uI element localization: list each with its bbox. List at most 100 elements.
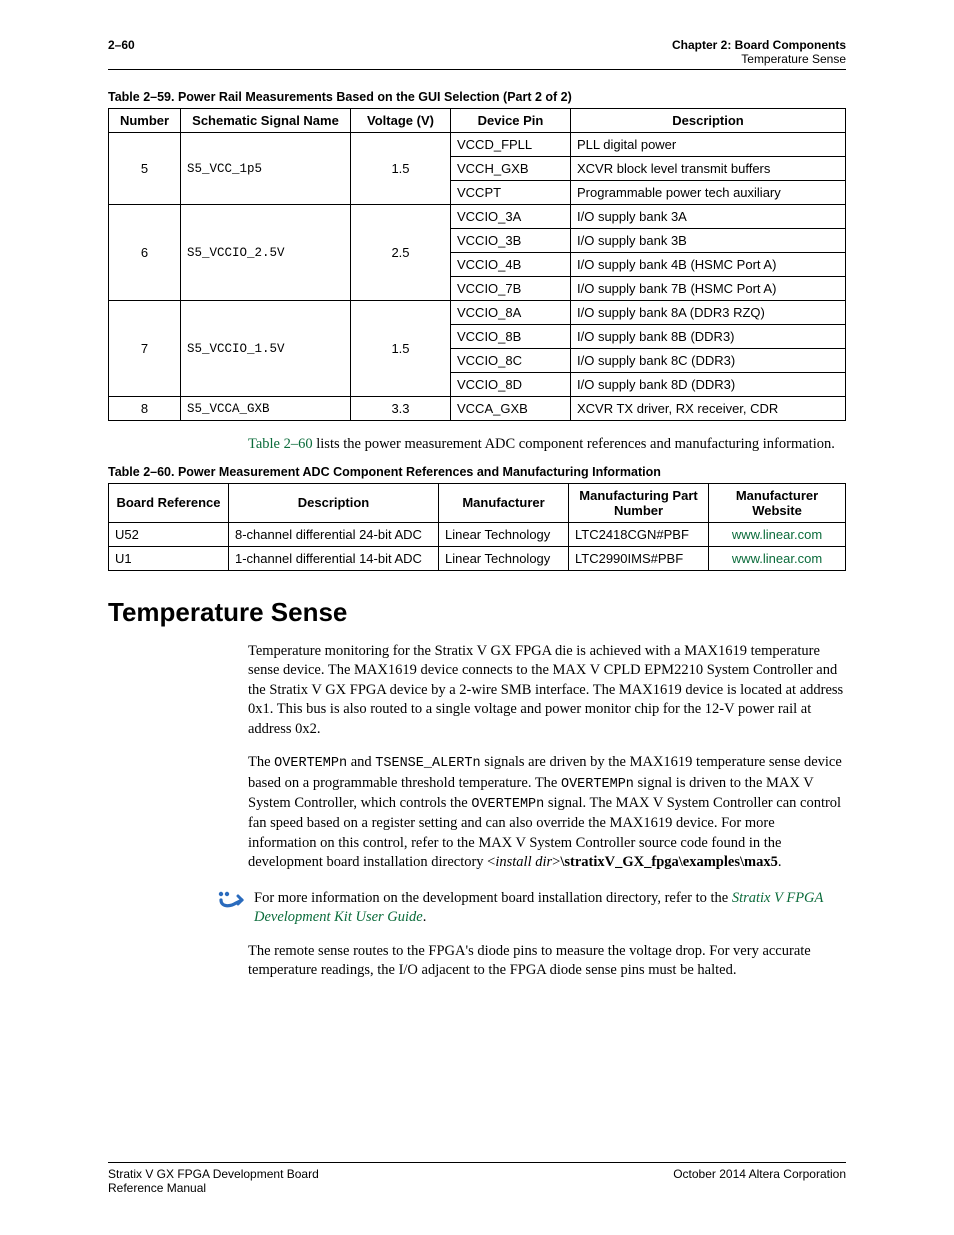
col-desc: Description	[571, 109, 846, 133]
paragraph-3: The remote sense routes to the FPGA's di…	[248, 942, 846, 981]
chapter-title: Chapter 2: Board Components	[672, 38, 846, 52]
cell-voltage: 1.5	[351, 133, 451, 205]
signal-name: OVERTEMPn	[561, 777, 634, 792]
install-dir-emph: install dir	[495, 854, 552, 870]
cell-desc: I/O supply bank 3B	[571, 229, 846, 253]
cell-signal: S5_VCCA_GXB	[181, 397, 351, 421]
text: .	[423, 909, 427, 925]
paragraph-2: The OVERTEMPn and TSENSE_ALERTn signals …	[248, 753, 846, 872]
cell-ref: U52	[109, 522, 229, 546]
table-row: 7 S5_VCCIO_1.5V 1.5 VCCIO_8A I/O supply …	[109, 301, 846, 325]
col-desc: Description	[229, 483, 439, 522]
cell-ref: U1	[109, 546, 229, 570]
page-footer: Stratix V GX FPGA Development Board Refe…	[108, 1162, 846, 1195]
cell-pin: VCCIO_7B	[451, 277, 571, 301]
manufacturer-link[interactable]: www.linear.com	[732, 551, 822, 566]
text: and	[347, 754, 375, 770]
signal-name: OVERTEMPn	[471, 797, 544, 812]
cell-pn: LTC2418CGN#PBF	[569, 522, 709, 546]
cell-number: 8	[109, 397, 181, 421]
table-row: 8 S5_VCCA_GXB 3.3 VCCA_GXB XCVR TX drive…	[109, 397, 846, 421]
cell-number: 6	[109, 205, 181, 301]
page-header: 2–60 Chapter 2: Board Components Tempera…	[108, 38, 846, 70]
cell-manuf: Linear Technology	[439, 522, 569, 546]
text: .	[778, 854, 782, 870]
cell-desc: I/O supply bank 4B (HSMC Port A)	[571, 253, 846, 277]
cell-desc: 1-channel differential 14-bit ADC	[229, 546, 439, 570]
cell-voltage: 3.3	[351, 397, 451, 421]
cell-signal: S5_VCCIO_2.5V	[181, 205, 351, 301]
col-manuf: Manufacturer	[439, 483, 569, 522]
text: The	[248, 754, 274, 770]
col-pin: Device Pin	[451, 109, 571, 133]
signal-name: OVERTEMPn	[274, 756, 347, 771]
cell-pin: VCCIO_4B	[451, 253, 571, 277]
path-bold: \stratixV_GX_fpga\examples\max5	[560, 854, 777, 870]
cell-desc: I/O supply bank 8C (DDR3)	[571, 349, 846, 373]
cell-pn: LTC2990IMS#PBF	[569, 546, 709, 570]
cell-pin: VCCIO_8A	[451, 301, 571, 325]
table-row: Board Reference Description Manufacturer…	[109, 483, 846, 522]
note-text: For more information on the development …	[254, 889, 846, 928]
table-259-caption: Table 2–59. Power Rail Measurements Base…	[108, 90, 846, 104]
cell-pin: VCCIO_3A	[451, 205, 571, 229]
footer-doc-subtitle: Reference Manual	[108, 1181, 319, 1195]
table-row: U1 1-channel differential 14-bit ADC Lin…	[109, 546, 846, 570]
col-voltage: Voltage (V)	[351, 109, 451, 133]
cell-number: 7	[109, 301, 181, 397]
col-site: Manufacturer Website	[709, 483, 846, 522]
section-title: Temperature Sense	[108, 597, 846, 628]
col-ref: Board Reference	[109, 483, 229, 522]
cell-desc: XCVR TX driver, RX receiver, CDR	[571, 397, 846, 421]
cell-desc: I/O supply bank 7B (HSMC Port A)	[571, 277, 846, 301]
header-right: Chapter 2: Board Components Temperature …	[672, 38, 846, 66]
cell-desc: 8-channel differential 24-bit ADC	[229, 522, 439, 546]
col-signal: Schematic Signal Name	[181, 109, 351, 133]
cell-pin: VCCD_FPLL	[451, 133, 571, 157]
cell-site: www.linear.com	[709, 522, 846, 546]
note-block: For more information on the development …	[218, 889, 846, 928]
cell-pin: VCCIO_8C	[451, 349, 571, 373]
cell-desc: I/O supply bank 8A (DDR3 RZQ)	[571, 301, 846, 325]
footer-doc-title: Stratix V GX FPGA Development Board	[108, 1167, 319, 1181]
col-number: Number	[109, 109, 181, 133]
table-row: U52 8-channel differential 24-bit ADC Li…	[109, 522, 846, 546]
section-subhead: Temperature Sense	[672, 52, 846, 66]
table-260-caption: Table 2–60. Power Measurement ADC Compon…	[108, 465, 846, 479]
signal-name: TSENSE_ALERTn	[375, 756, 480, 771]
cell-desc: I/O supply bank 8D (DDR3)	[571, 373, 846, 397]
cell-pin: VCCIO_3B	[451, 229, 571, 253]
manufacturer-link[interactable]: www.linear.com	[732, 527, 822, 542]
info-icon	[218, 891, 244, 914]
table-260-ref: Table 2–60	[248, 436, 313, 452]
cell-signal: S5_VCC_1p5	[181, 133, 351, 205]
cell-voltage: 1.5	[351, 301, 451, 397]
footer-left: Stratix V GX FPGA Development Board Refe…	[108, 1167, 319, 1195]
col-pn: Manufacturing Part Number	[569, 483, 709, 522]
intro-260: Table 2–60 lists the power measurement A…	[248, 435, 846, 455]
page-number: 2–60	[108, 38, 135, 52]
cell-pin: VCCPT	[451, 181, 571, 205]
table-row: Number Schematic Signal Name Voltage (V)…	[109, 109, 846, 133]
table-row: 6 S5_VCCIO_2.5V 2.5 VCCIO_3A I/O supply …	[109, 205, 846, 229]
cell-pin: VCCA_GXB	[451, 397, 571, 421]
cell-number: 5	[109, 133, 181, 205]
table-260: Board Reference Description Manufacturer…	[108, 483, 846, 571]
cell-desc: XCVR block level transmit buffers	[571, 157, 846, 181]
cell-pin: VCCH_GXB	[451, 157, 571, 181]
footer-right: October 2014 Altera Corporation	[673, 1167, 846, 1195]
cell-manuf: Linear Technology	[439, 546, 569, 570]
text: For more information on the development …	[254, 890, 732, 906]
cell-desc: PLL digital power	[571, 133, 846, 157]
cell-signal: S5_VCCIO_1.5V	[181, 301, 351, 397]
paragraph-1: Temperature monitoring for the Stratix V…	[248, 642, 846, 740]
cell-site: www.linear.com	[709, 546, 846, 570]
cell-pin: VCCIO_8D	[451, 373, 571, 397]
table-259: Number Schematic Signal Name Voltage (V)…	[108, 108, 846, 421]
cell-voltage: 2.5	[351, 205, 451, 301]
intro-260-text: lists the power measurement ADC componen…	[313, 436, 835, 452]
cell-desc: I/O supply bank 8B (DDR3)	[571, 325, 846, 349]
cell-desc: Programmable power tech auxiliary	[571, 181, 846, 205]
table-row: 5 S5_VCC_1p5 1.5 VCCD_FPLL PLL digital p…	[109, 133, 846, 157]
cell-desc: I/O supply bank 3A	[571, 205, 846, 229]
